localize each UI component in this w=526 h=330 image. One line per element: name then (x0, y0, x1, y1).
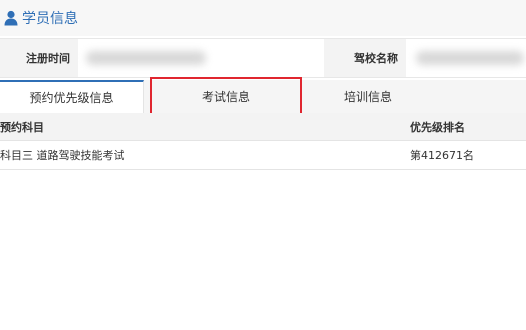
driving-school-label: 驾校名称 (324, 39, 406, 77)
column-header-subject: 预约科目 (0, 120, 44, 134)
tab-training-info[interactable]: 培训信息 (296, 80, 440, 113)
cell-subject: 科目三 道路驾驶技能考试 (0, 149, 125, 162)
info-tabs: 预约优先级信息 考试信息 培训信息 (0, 80, 526, 113)
section-header: 学员信息 (0, 0, 526, 36)
cell-rank: 第412671名 (410, 149, 474, 162)
student-info-row: 注册时间 驾校名称 (0, 38, 526, 78)
column-header-rank: 优先级排名 (410, 120, 465, 134)
driving-school-value (406, 39, 526, 77)
redacted-value (86, 51, 206, 65)
priority-table: 预约科目 优先级排名 科目三 道路驾驶技能考试 第412671名 (0, 113, 526, 170)
registration-time-label: 注册时间 (0, 39, 78, 77)
table-row: 科目三 道路驾驶技能考试 第412671名 (0, 141, 526, 170)
user-icon (4, 10, 18, 26)
section-title: 学员信息 (22, 11, 78, 27)
registration-time-value (78, 39, 324, 77)
tab-booking-priority[interactable]: 预约优先级信息 (0, 80, 144, 113)
tab-exam-info[interactable]: 考试信息 (150, 80, 302, 113)
redacted-value (416, 51, 524, 65)
table-header: 预约科目 优先级排名 (0, 113, 526, 141)
